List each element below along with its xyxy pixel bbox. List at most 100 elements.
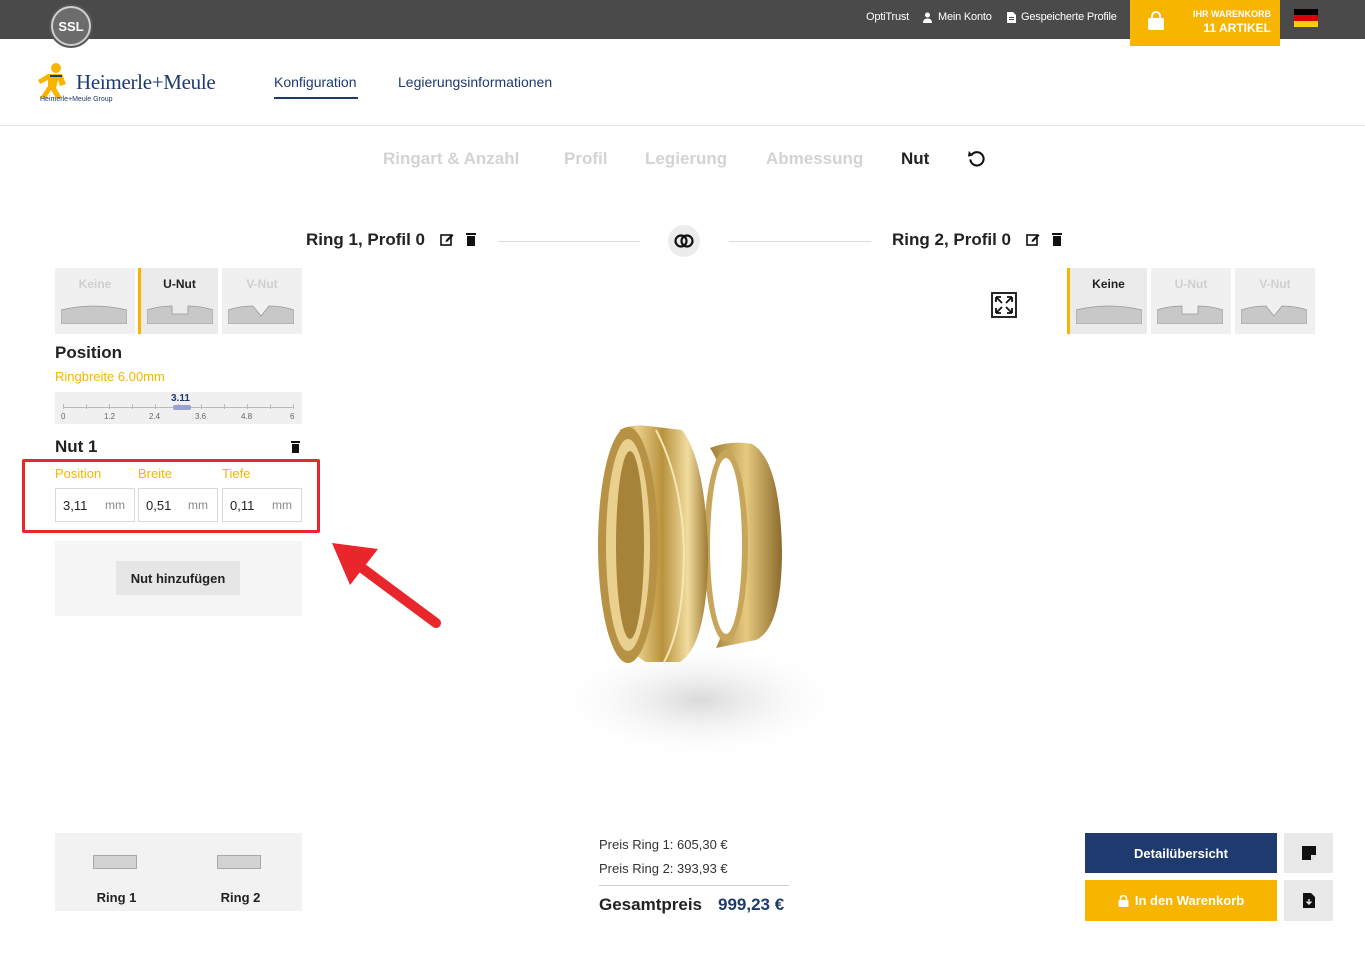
trash-icon[interactable] <box>290 441 301 453</box>
v-groove-profile-icon <box>228 305 294 324</box>
step-profil[interactable]: Profil <box>564 149 607 169</box>
title-divider-left <box>498 241 640 242</box>
trash-icon[interactable] <box>1050 232 1064 246</box>
ring2-groove-keine[interactable]: Keine <box>1067 268 1147 334</box>
ring1-selector-label: Ring 1 <box>96 890 137 905</box>
note-icon <box>1301 846 1316 860</box>
german-flag-icon[interactable] <box>1294 9 1318 27</box>
slider-tick-label: 2.4 <box>149 412 161 421</box>
cart-count: 11 ARTIKEL <box>1203 21 1271 35</box>
add-groove-button[interactable]: Nut hinzufügen <box>116 561 240 595</box>
price-ring2: Preis Ring 2: 393,93 € <box>599 861 728 876</box>
ring1-title: Ring 1, Profil 0 <box>306 230 426 249</box>
slider-tick <box>109 404 110 409</box>
ring1-groove-v-nut[interactable]: V-Nut <box>222 268 302 334</box>
edit-icon[interactable] <box>1026 232 1040 246</box>
cart-label: IHR WARENKORB <box>1193 9 1271 19</box>
slider-tick <box>63 404 64 409</box>
mein-konto-label: Mein Konto <box>938 11 992 23</box>
u-groove-profile-icon <box>147 305 213 324</box>
lock-icon <box>1118 894 1129 907</box>
groove-label: V-Nut <box>246 277 278 291</box>
slider-tick <box>132 404 133 409</box>
note-button[interactable] <box>1284 833 1333 873</box>
saved-profiles-link[interactable]: Gespeicherte Profile <box>1007 11 1117 23</box>
download-file-icon <box>1302 893 1315 908</box>
step-nut[interactable]: Nut <box>901 149 929 169</box>
title-divider-right <box>729 241 871 242</box>
slider-tick-label: 4.8 <box>241 412 253 421</box>
ring1-groove-u-nut[interactable]: U-Nut <box>138 268 218 334</box>
link-rings-button[interactable] <box>668 225 700 257</box>
slider-tick-label: 1.2 <box>104 412 116 421</box>
logo-text[interactable]: Heimerle+Meule <box>76 70 216 95</box>
logo-subtitle: Heimerle+Meule Group <box>40 96 113 103</box>
slider-tick-label: 3.6 <box>195 412 207 421</box>
mein-konto-link[interactable]: Mein Konto <box>922 11 992 23</box>
groove-label: Keine <box>78 277 112 291</box>
ring2-groove-u-nut[interactable]: U-Nut <box>1151 268 1231 334</box>
step-legierung[interactable]: Legierung <box>645 149 727 169</box>
slider-tick <box>86 404 87 409</box>
detail-overview-label: Detailübersicht <box>1134 845 1228 861</box>
slider-tick <box>247 404 248 409</box>
trash-icon[interactable] <box>464 232 478 246</box>
groove-label: U-Nut <box>1174 277 1208 291</box>
nav-legierungsinformationen[interactable]: Legierungsinformationen <box>398 74 552 90</box>
groove-label: V-Nut <box>1259 277 1291 291</box>
groove-label: Keine <box>1092 277 1125 291</box>
flat-profile-icon <box>61 305 127 324</box>
fullscreen-icon[interactable] <box>991 292 1017 318</box>
slider-tick <box>270 404 271 409</box>
slider-value: 3.11 <box>171 393 190 404</box>
position-heading: Position <box>55 343 123 362</box>
slider-tick <box>155 404 156 409</box>
slider-handle[interactable] <box>173 405 191 410</box>
detail-overview-button[interactable]: Detailübersicht <box>1085 833 1277 873</box>
highlight-box <box>22 459 320 533</box>
flat-profile-icon <box>1076 305 1142 324</box>
u-groove-profile-icon <box>1157 305 1223 324</box>
ring2-selector[interactable]: Ring 2 <box>179 833 302 911</box>
add-to-cart-label: In den Warenkorb <box>1134 893 1245 908</box>
reset-icon[interactable] <box>967 149 986 168</box>
logo-figure-icon <box>38 63 66 98</box>
header-divider <box>0 125 1365 126</box>
slider-tick <box>293 404 294 409</box>
ring1-selector[interactable]: Ring 1 <box>55 833 178 911</box>
total-label: Gesamtpreis <box>599 895 702 914</box>
rings-3d-preview <box>550 425 850 760</box>
ring2-groove-v-nut[interactable]: V-Nut <box>1235 268 1315 334</box>
slider-tick <box>201 404 202 409</box>
price-divider <box>599 885 789 886</box>
slider-tick-label: 0 <box>61 412 66 421</box>
nav-konfiguration[interactable]: Konfiguration <box>274 74 357 90</box>
download-button[interactable] <box>1284 880 1333 921</box>
position-slider[interactable]: 0 1.2 2.4 3.6 4.8 6 3.11 <box>55 392 302 424</box>
shopping-bag-icon <box>1148 11 1164 30</box>
ssl-badge: SSL <box>51 6 91 46</box>
ring1-groove-keine[interactable]: Keine <box>55 268 135 334</box>
price-ring1: Preis Ring 1: 605,30 € <box>599 837 728 852</box>
edit-icon[interactable] <box>440 232 454 246</box>
ring-selector: Ring 1 Ring 2 <box>55 833 302 911</box>
step-abmessung[interactable]: Abmessung <box>766 149 863 169</box>
optitrust-link[interactable]: OptiTrust <box>866 11 909 23</box>
groove-label: U-Nut <box>163 277 196 291</box>
saved-profiles-label: Gespeicherte Profile <box>1021 11 1117 23</box>
document-icon <box>1007 11 1016 23</box>
ring2-title: Ring 2, Profil 0 <box>892 230 1012 249</box>
v-groove-profile-icon <box>1241 305 1307 324</box>
rings-link-icon <box>674 234 694 248</box>
nut1-heading: Nut 1 <box>55 437 98 456</box>
active-nav-underline <box>274 97 358 99</box>
add-to-cart-button[interactable]: In den Warenkorb <box>1085 880 1277 921</box>
user-icon <box>923 12 932 23</box>
step-ringart[interactable]: Ringart & Anzahl <box>383 149 519 169</box>
optitrust-label: OptiTrust <box>866 11 910 23</box>
ring-profile-icon <box>93 855 137 869</box>
ring2-selector-label: Ring 2 <box>220 890 261 905</box>
cart-button[interactable]: IHR WARENKORB 11 ARTIKEL <box>1130 0 1280 46</box>
slider-tick-label: 6 <box>290 412 295 421</box>
slider-tick <box>224 404 225 409</box>
